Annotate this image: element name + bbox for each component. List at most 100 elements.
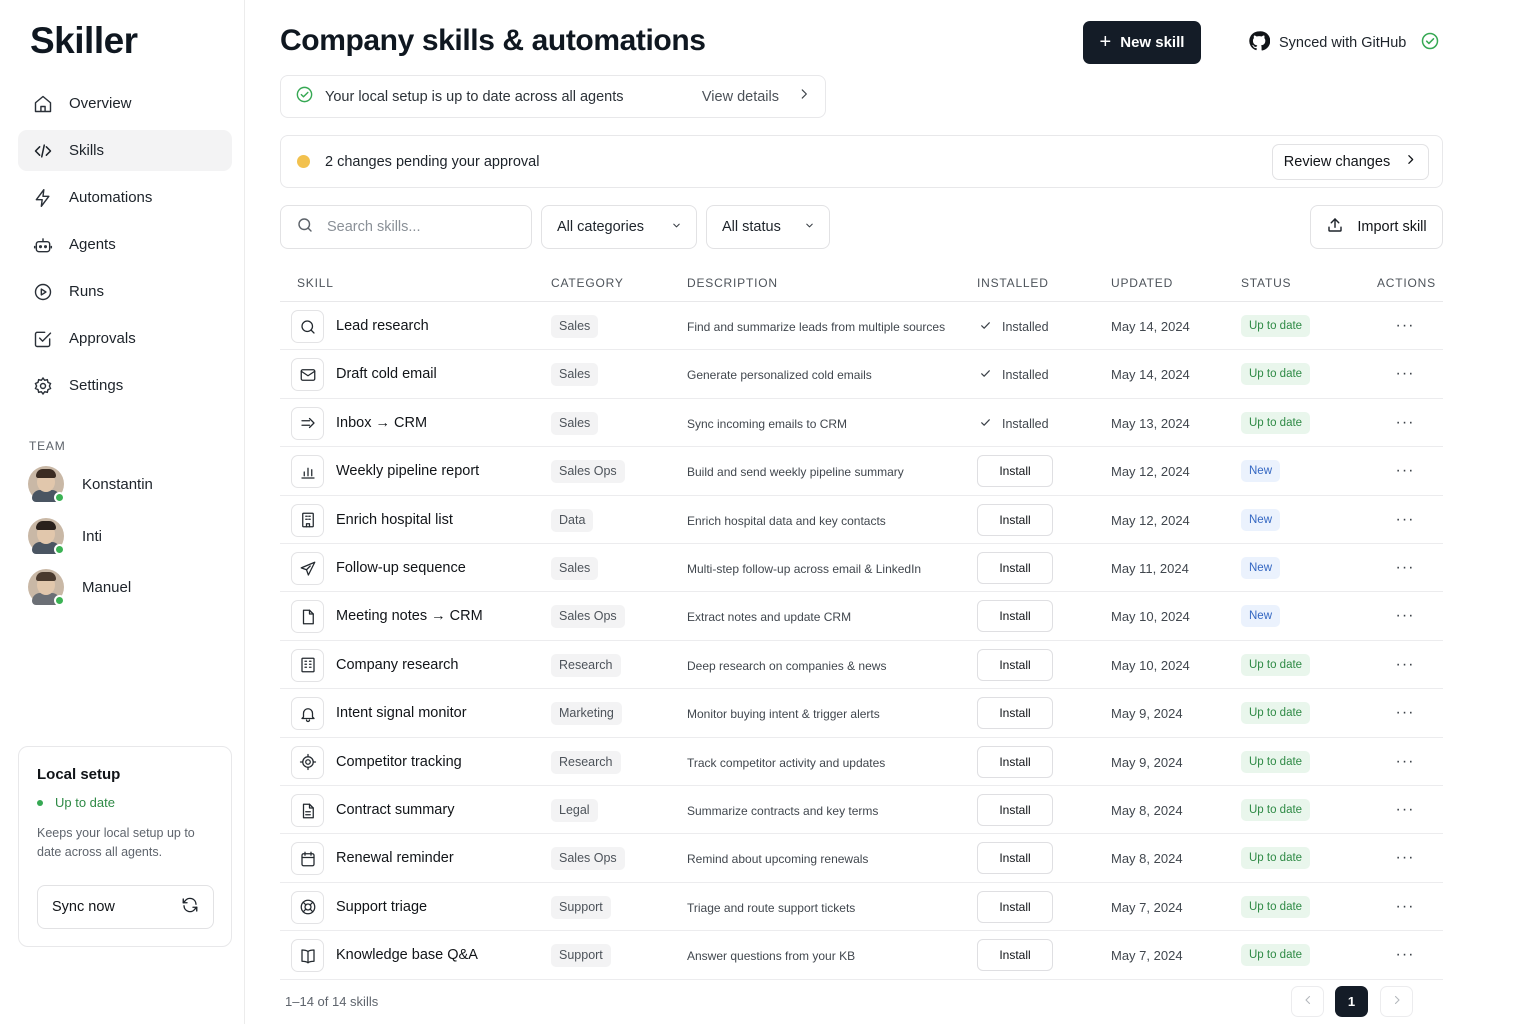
column-header-skill[interactable]: SKILL xyxy=(297,276,334,290)
search-input[interactable] xyxy=(327,219,507,235)
more-actions-button[interactable]: ··· xyxy=(1394,362,1416,386)
category-badge: Sales Ops xyxy=(551,605,625,629)
table-row[interactable]: Renewal reminder Sales Ops Remind about … xyxy=(280,834,1443,883)
sidebar-item-approvals[interactable]: Approvals xyxy=(18,318,232,359)
more-actions-button[interactable]: ··· xyxy=(1394,508,1416,532)
more-actions-button[interactable]: ··· xyxy=(1394,943,1416,967)
skill-name[interactable]: Competitor tracking xyxy=(336,754,462,770)
skill-name[interactable]: Company research xyxy=(336,657,459,673)
install-button[interactable]: Install xyxy=(977,939,1053,972)
more-actions-button[interactable]: ··· xyxy=(1394,798,1416,822)
table-row[interactable]: Competitor tracking Research Track compe… xyxy=(280,738,1443,786)
install-button[interactable]: Install xyxy=(977,455,1053,488)
category-badge: Sales xyxy=(551,411,599,435)
category-badge: Research xyxy=(551,750,621,774)
sync-now-button[interactable]: Sync now xyxy=(37,885,214,929)
more-actions-button[interactable]: ··· xyxy=(1394,750,1416,774)
skill-description: Track competitor activity and updates xyxy=(687,755,886,770)
skill-name[interactable]: Intent signal monitor xyxy=(336,705,467,721)
table-row[interactable]: Intent signal monitor Marketing Monitor … xyxy=(280,689,1443,738)
app-logo[interactable]: Skiller xyxy=(30,20,138,62)
install-button[interactable]: Install xyxy=(977,648,1053,681)
column-header-installed[interactable]: INSTALLED xyxy=(977,276,1049,290)
skill-name[interactable]: Meeting notes → CRM xyxy=(336,608,483,624)
sidebar-item-label: Settings xyxy=(69,377,124,394)
installed-indicator: Installed xyxy=(979,416,1049,432)
status-badge: Up to date xyxy=(1241,702,1311,725)
skill-name[interactable]: Draft cold email xyxy=(336,366,437,382)
view-details-link[interactable]: View details xyxy=(702,89,779,105)
new-skill-button[interactable]: + New skill xyxy=(1083,21,1201,64)
import-skill-button[interactable]: Import skill xyxy=(1310,205,1443,249)
team-member[interactable]: Inti xyxy=(28,518,102,555)
more-actions-button[interactable]: ··· xyxy=(1394,701,1416,725)
sidebar-item-overview[interactable]: Overview xyxy=(18,83,232,124)
table-row[interactable]: Lead research Sales Find and summarize l… xyxy=(280,302,1443,351)
column-header-description: DESCRIPTION xyxy=(687,276,778,290)
sidebar-item-agents[interactable]: Agents xyxy=(18,224,232,265)
page-button-current[interactable]: 1 xyxy=(1335,986,1368,1017)
skill-name[interactable]: Contract summary xyxy=(336,802,454,818)
skill-name[interactable]: Lead research xyxy=(336,318,429,334)
document-icon xyxy=(291,794,324,827)
status-filter-select[interactable]: All status xyxy=(706,205,830,249)
install-button[interactable]: Install xyxy=(977,697,1053,730)
target-icon xyxy=(291,745,324,779)
team-member[interactable]: Manuel xyxy=(28,569,131,606)
sidebar-item-settings[interactable]: Settings xyxy=(18,365,232,406)
skill-name[interactable]: Knowledge base Q&A xyxy=(336,947,478,963)
sync-now-label: Sync now xyxy=(52,899,115,915)
chevron-right-icon[interactable] xyxy=(797,87,811,106)
skill-name[interactable]: Support triage xyxy=(336,899,427,915)
installed-indicator: Installed xyxy=(979,319,1049,335)
table-row[interactable]: Knowledge base Q&A Support Answer questi… xyxy=(280,931,1443,980)
skill-name[interactable]: Enrich hospital list xyxy=(336,512,453,528)
search-box[interactable] xyxy=(280,205,532,249)
column-header-updated[interactable]: UPDATED xyxy=(1111,276,1173,290)
more-actions-button[interactable]: ··· xyxy=(1394,604,1416,628)
status-badge: Up to date xyxy=(1241,653,1311,676)
install-button[interactable]: Install xyxy=(977,842,1053,875)
table-row[interactable]: Company research Research Deep research … xyxy=(280,641,1443,690)
sidebar-item-label: Agents xyxy=(69,236,116,253)
office-building-icon xyxy=(291,648,324,682)
install-button[interactable]: Install xyxy=(977,600,1053,633)
more-actions-button[interactable]: ··· xyxy=(1394,314,1416,338)
install-button[interactable]: Install xyxy=(977,552,1053,584)
table-row[interactable]: Follow-up sequence Sales Multi-step foll… xyxy=(280,544,1443,593)
sidebar-item-runs[interactable]: Runs xyxy=(18,271,232,312)
column-header-status[interactable]: STATUS xyxy=(1241,276,1291,290)
github-sync-status[interactable]: Synced with GitHub xyxy=(1248,30,1440,56)
review-changes-button[interactable]: Review changes xyxy=(1272,143,1429,180)
table-row[interactable]: Support triage Support Triage and route … xyxy=(280,883,1443,932)
table-row[interactable]: Draft cold email Sales Generate personal… xyxy=(280,350,1443,399)
column-header-category[interactable]: CATEGORY xyxy=(551,276,624,290)
skill-name[interactable]: Follow-up sequence xyxy=(336,560,466,576)
category-badge: Sales Ops xyxy=(551,460,625,484)
category-filter-select[interactable]: All categories xyxy=(541,205,697,249)
install-button[interactable]: Install xyxy=(977,794,1053,826)
skill-name[interactable]: Weekly pipeline report xyxy=(336,463,479,479)
refresh-icon xyxy=(181,896,199,918)
sidebar-item-automations[interactable]: Automations xyxy=(18,177,232,218)
previous-page-button[interactable] xyxy=(1291,986,1324,1017)
more-actions-button[interactable]: ··· xyxy=(1394,556,1416,580)
more-actions-button[interactable]: ··· xyxy=(1394,411,1416,435)
table-row[interactable]: Inbox → CRM Sales Sync incoming emails t… xyxy=(280,399,1443,448)
table-row[interactable]: Weekly pipeline report Sales Ops Build a… xyxy=(280,447,1443,496)
skill-name[interactable]: Inbox → CRM xyxy=(336,415,427,431)
more-actions-button[interactable]: ··· xyxy=(1394,895,1416,919)
table-row[interactable]: Enrich hospital list Data Enrich hospita… xyxy=(280,496,1443,544)
more-actions-button[interactable]: ··· xyxy=(1394,846,1416,870)
table-row[interactable]: Meeting notes → CRM Sales Ops Extract no… xyxy=(280,592,1443,641)
install-button[interactable]: Install xyxy=(977,503,1053,536)
install-button[interactable]: Install xyxy=(977,745,1053,778)
skill-name[interactable]: Renewal reminder xyxy=(336,850,454,866)
install-button[interactable]: Install xyxy=(977,890,1053,923)
team-member[interactable]: Konstantin xyxy=(28,466,153,503)
next-page-button[interactable] xyxy=(1380,986,1413,1017)
sidebar-item-skills[interactable]: Skills xyxy=(18,130,232,171)
table-row[interactable]: Contract summary Legal Summarize contrac… xyxy=(280,786,1443,835)
more-actions-button[interactable]: ··· xyxy=(1394,459,1416,483)
more-actions-button[interactable]: ··· xyxy=(1394,653,1416,677)
